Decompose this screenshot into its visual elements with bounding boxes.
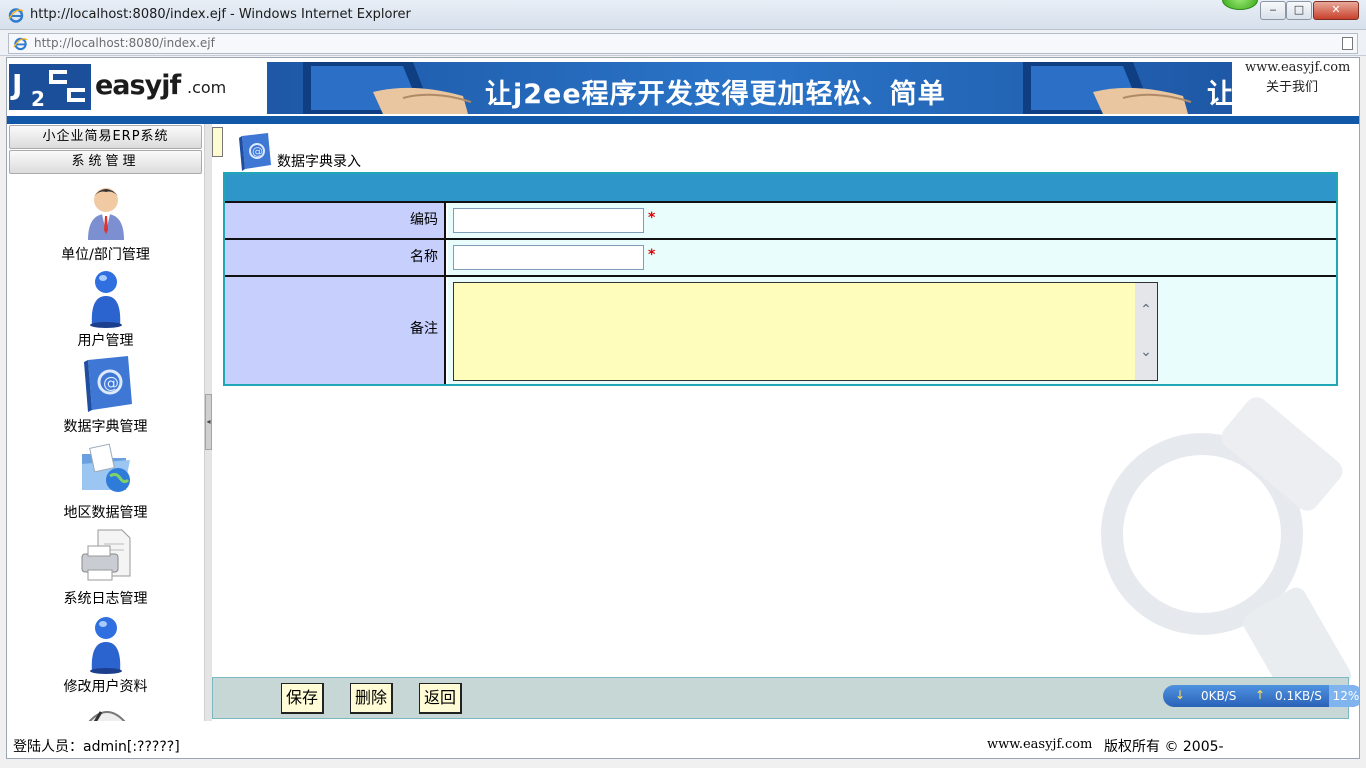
code-input[interactable] <box>453 208 644 233</box>
form-row-remark: 备注 ⌃ ⌄ <box>225 277 1336 384</box>
clock-icon <box>88 711 126 721</box>
download-arrow-icon: ↓ <box>1175 688 1186 702</box>
action-toolbar: 保存 删除 返回 ↓ 0KB/S ↑ 0.1KB/S 12% <box>212 677 1359 719</box>
back-button[interactable]: 返回 <box>419 683 463 714</box>
manager-person-icon <box>87 188 124 240</box>
save-button[interactable]: 保存 <box>281 683 325 714</box>
download-speed: 0KB/S <box>1201 689 1237 703</box>
user-edit-icon <box>89 617 122 674</box>
j2ee-logo-icon: J 2 <box>9 64 91 110</box>
login-user-info: 登陆人员：admin[:?????] <box>13 739 180 755</box>
sidebar-item-label: 数据字典管理 <box>63 419 148 435</box>
header-stripe <box>7 116 1359 124</box>
svg-text:@: @ <box>103 373 119 392</box>
logo-brand-text: easyjf <box>95 70 181 101</box>
svg-text:2: 2 <box>31 87 45 110</box>
scroll-down-icon[interactable]: ⌄ <box>1138 345 1154 359</box>
window-title: http://localhost:8080/index.ejf - Window… <box>30 7 411 22</box>
copyright-text: 版权所有 © 2005- <box>1104 739 1224 755</box>
system-admin-button[interactable]: 系统管理 <box>9 150 202 174</box>
scroll-up-icon[interactable]: ⌃ <box>1138 303 1154 317</box>
remark-cell: ⌃ ⌄ <box>448 277 1336 384</box>
footer-site-link[interactable]: www.easyjf.com <box>987 737 1092 752</box>
name-cell: * <box>448 240 1336 275</box>
name-input[interactable] <box>453 245 644 270</box>
form-row-code: 编码 * <box>225 203 1336 240</box>
page-viewport: J 2 easyjf .com 让j2ee程序开发变得更加轻松、简单 让 www… <box>6 57 1360 759</box>
page-title: 数据字典录入 <box>277 154 361 170</box>
remark-scrollbar[interactable]: ⌃ ⌄ <box>1135 283 1157 380</box>
sidebar-item-label: 用户管理 <box>77 333 134 349</box>
sidebar-item-label: 系统日志管理 <box>63 591 148 607</box>
about-us-link[interactable]: 关于我们 <box>1266 76 1318 95</box>
code-label: 编码 <box>225 203 446 238</box>
required-mark: * <box>648 210 656 226</box>
sidebar-item-syslog[interactable]: 系统日志管理 <box>7 526 204 608</box>
minimize-button[interactable]: ‒ <box>1260 1 1286 20</box>
upload-speed: 0.1KB/S <box>1275 689 1322 703</box>
maximize-button[interactable]: □ <box>1286 1 1312 20</box>
url-field[interactable]: http://localhost:8080/index.ejf <box>8 33 1358 54</box>
address-bar: http://localhost:8080/index.ejf <box>0 31 1366 56</box>
sidebar-item-label: 修改用户资料 <box>63 679 148 695</box>
sidebar-item-dictionary[interactable]: @ 数据字典管理 <box>7 354 204 436</box>
banner-slogan-repeat: 让 <box>1207 79 1232 110</box>
site-logo[interactable]: J 2 easyjf .com <box>9 64 239 112</box>
sidebar-item-label: 单位/部门管理 <box>61 247 150 263</box>
dictionary-form: 编码 * 名称 * 备注 ⌃ ⌄ <box>223 172 1338 386</box>
folder-globe-icon <box>81 443 130 492</box>
url-text: http://localhost:8080/index.ejf <box>34 36 215 50</box>
sidebar: 小企业简易ERP系统 系统管理 单位/部门管理 用户管理 @ 数据字典管理 地区… <box>7 124 204 721</box>
app-menu-button[interactable]: 小企业简易ERP系统 <box>9 125 202 149</box>
window-titlebar: http://localhost:8080/index.ejf - Window… <box>0 0 1366 30</box>
user-icon <box>89 271 122 328</box>
delete-button[interactable]: 删除 <box>350 683 394 714</box>
laptop-hand-illustration-icon <box>303 62 472 114</box>
upload-arrow-icon: ↑ <box>1255 688 1266 702</box>
sidebar-item-region[interactable]: 地区数据管理 <box>7 440 204 522</box>
collapse-sidebar-handle[interactable]: ◂ <box>205 394 212 450</box>
magnifier-watermark-icon <box>1101 397 1352 704</box>
sidebar-item-department[interactable]: 单位/部门管理 <box>7 182 204 264</box>
svg-text:J: J <box>10 68 22 101</box>
logo-com-text: .com <box>187 78 227 97</box>
network-speed-widget: ↓ 0KB/S ↑ 0.1KB/S 12% <box>1163 685 1359 707</box>
page-footer: 登陆人员：admin[:?????] www.easyjf.com 版权所有 ©… <box>7 721 1359 758</box>
name-label: 名称 <box>225 240 446 275</box>
close-button[interactable]: ✕ <box>1313 1 1359 20</box>
internet-explorer-icon <box>8 8 24 23</box>
cpu-percent: 12% <box>1329 685 1359 707</box>
remark-textarea[interactable]: ⌃ ⌄ <box>453 282 1158 381</box>
laptop-hand-illustration-icon <box>1023 62 1192 114</box>
banner-slogan: 让j2ee程序开发变得更加轻松、简单 <box>485 79 946 110</box>
form-row-name: 名称 * <box>225 240 1336 277</box>
svg-text:@: @ <box>252 145 263 158</box>
header-banner: 让j2ee程序开发变得更加轻松、简单 让 <box>267 62 1232 114</box>
header-site-link[interactable]: www.easyjf.com <box>1245 60 1350 75</box>
tab-marker <box>212 127 223 157</box>
remark-label: 备注 <box>225 277 446 384</box>
compatibility-view-icon[interactable] <box>1342 37 1353 50</box>
site-header: J 2 easyjf .com 让j2ee程序开发变得更加轻松、简单 让 www… <box>7 58 1359 124</box>
page-favicon-icon <box>13 37 28 51</box>
address-book-icon: @ <box>239 133 271 171</box>
sidebar-item-users[interactable]: 用户管理 <box>7 268 204 350</box>
printer-log-icon <box>81 529 130 581</box>
sidebar-item-label: 地区数据管理 <box>63 505 148 521</box>
main-content: @ 数据字典录入 编码 * 名称 * 备注 ⌃ ⌄ 保存 删除 返回 ↓ 0KB… <box>212 124 1359 721</box>
required-mark: * <box>648 247 656 263</box>
notification-orb-icon <box>1222 0 1258 10</box>
sidebar-item-edit-profile[interactable]: 修改用户资料 <box>7 614 204 696</box>
form-header-bar <box>225 174 1336 203</box>
code-cell: * <box>448 203 1336 238</box>
address-book-icon: @ <box>83 356 132 412</box>
sidebar-splitter[interactable]: ◂ <box>204 124 212 721</box>
